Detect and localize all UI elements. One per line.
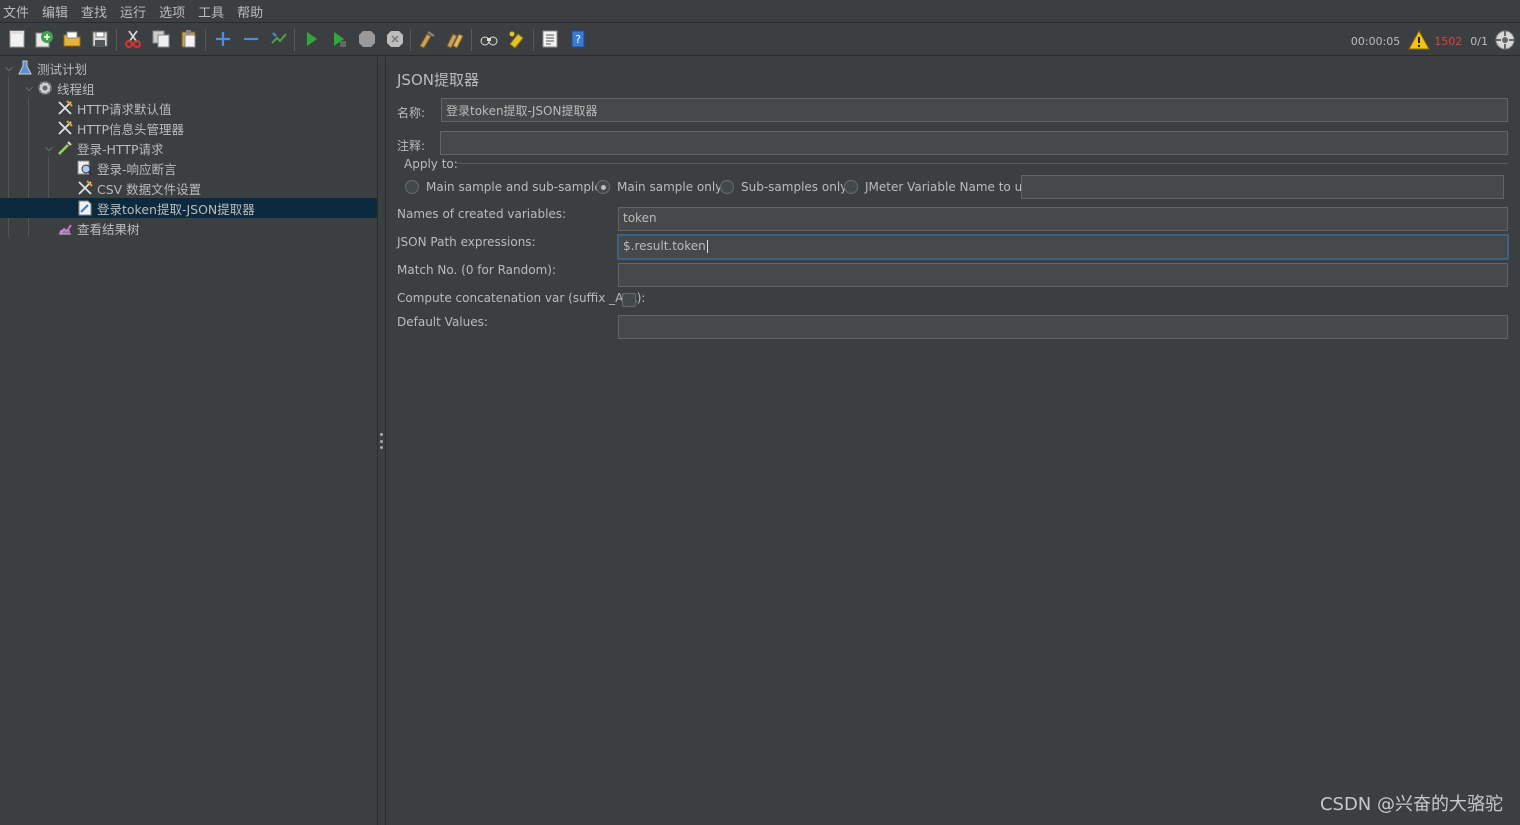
tree-node-csv-data-set[interactable]: CSV 数据文件设置: [76, 178, 201, 198]
json-extractor-panel: JSON提取器 名称: 登录token提取-JSON提取器 注释: Apply …: [387, 57, 1520, 825]
start-no-pause-icon[interactable]: [328, 28, 350, 50]
start-icon[interactable]: [300, 28, 322, 50]
concat-label: Compute concatenation var (suffix _ALL):: [397, 291, 646, 305]
menu-bar: 文件 编辑 查找 运行 选项 工具 帮助: [0, 0, 1520, 22]
comment-label: 注释:: [397, 139, 426, 153]
wrench-icon: [56, 99, 74, 117]
error-count: 1502: [1434, 34, 1463, 48]
magnifier-icon: [76, 159, 94, 177]
save-icon[interactable]: [89, 28, 111, 50]
clear-icon[interactable]: [416, 28, 438, 50]
radio-main-only[interactable]: Main sample only: [596, 180, 722, 194]
concat-checkbox[interactable]: [622, 293, 636, 307]
page-title: JSON提取器: [397, 71, 479, 89]
wrench-icon: [56, 119, 74, 137]
chart-icon: [56, 219, 74, 237]
tree-node-view-results-tree[interactable]: 查看结果树: [56, 218, 140, 238]
tree-node-test-plan[interactable]: ⌵ 测试计划: [2, 58, 87, 78]
pipette-icon: [56, 139, 74, 157]
toolbar: ? 00:00:05 1502 0/1: [0, 22, 1520, 56]
menu-file[interactable]: 文件: [3, 2, 29, 21]
paste-icon[interactable]: [178, 28, 200, 50]
match-no-field[interactable]: [618, 263, 1508, 287]
cut-icon[interactable]: [122, 28, 144, 50]
stop-icon[interactable]: [356, 28, 378, 50]
json-path-label: JSON Path expressions:: [397, 235, 536, 249]
menu-help[interactable]: 帮助: [237, 2, 263, 21]
chevron-down-icon[interactable]: ⌵: [2, 63, 16, 74]
radio-main-and-sub[interactable]: Main sample and sub-samples: [405, 180, 608, 194]
help-icon[interactable]: ?: [567, 28, 589, 50]
clear-all-icon[interactable]: [444, 28, 466, 50]
json-path-field[interactable]: $.result.token: [618, 235, 1508, 259]
name-field[interactable]: 登录token提取-JSON提取器: [441, 98, 1508, 122]
menu-tools[interactable]: 工具: [198, 2, 224, 21]
wrench-icon: [76, 179, 94, 197]
splitter-grip-icon[interactable]: [380, 433, 384, 449]
open-icon[interactable]: [61, 28, 83, 50]
tree-node-http-defaults[interactable]: HTTP请求默认值: [56, 98, 172, 118]
reset-search-icon[interactable]: [506, 28, 528, 50]
search-icon[interactable]: [478, 28, 500, 50]
shutdown-icon[interactable]: [384, 28, 406, 50]
apply-to-label: Apply to:: [404, 157, 458, 171]
collapse-icon[interactable]: [240, 28, 262, 50]
variables-field[interactable]: token: [618, 207, 1508, 231]
status-area: 00:00:05 1502 0/1: [1350, 29, 1520, 54]
radio-jmeter-variable[interactable]: JMeter Variable Name to use: [844, 180, 1036, 194]
warning-icon[interactable]: [1408, 29, 1431, 53]
jmeter-variable-field[interactable]: [1021, 175, 1504, 199]
default-values-label: Default Values:: [397, 315, 488, 329]
tree-node-login-http-request[interactable]: ⌵ 登录-HTTP请求: [42, 138, 164, 158]
menu-run[interactable]: 运行: [120, 2, 146, 21]
tree-node-http-header-manager[interactable]: HTTP信息头管理器: [56, 118, 184, 138]
new-icon[interactable]: [6, 28, 28, 50]
svg-text:?: ?: [575, 33, 581, 46]
tree-node-thread-group[interactable]: ⌵ 线程组: [22, 78, 95, 98]
active-threads: 0/1: [1470, 34, 1488, 48]
default-values-field[interactable]: [618, 315, 1508, 339]
document-icon: [76, 199, 94, 217]
radio-sub-only[interactable]: Sub-samples only: [720, 180, 847, 194]
remote-status-icon: [1494, 29, 1516, 54]
radio-circle-icon[interactable]: [720, 180, 734, 194]
radio-circle-icon[interactable]: [405, 180, 419, 194]
watermark: CSDN @兴奋的大骆驼: [1319, 794, 1503, 815]
chevron-down-icon[interactable]: ⌵: [22, 83, 36, 94]
menu-options[interactable]: 选项: [159, 2, 185, 21]
elapsed-timer: 00:00:05: [1350, 34, 1401, 48]
test-plan-tree: ⌵ 测试计划 ⌵ 线程组 HTTP请求默认值 HTTP信息头管理器 ⌵ 登录-H…: [0, 57, 378, 825]
radio-selected-icon[interactable]: [596, 180, 610, 194]
expand-icon[interactable]: [212, 28, 234, 50]
flask-icon: [16, 59, 34, 77]
copy-icon[interactable]: [150, 28, 172, 50]
menu-edit[interactable]: 编辑: [42, 2, 68, 21]
match-no-label: Match No. (0 for Random):: [397, 263, 557, 277]
tree-node-json-extractor[interactable]: 登录token提取-JSON提取器: [0, 198, 377, 218]
toggle-icon[interactable]: [268, 28, 290, 50]
function-helper-icon[interactable]: [539, 28, 561, 50]
name-label: 名称:: [397, 106, 426, 120]
radio-circle-icon[interactable]: [844, 180, 858, 194]
tree-node-response-assertion[interactable]: 登录-响应断言: [76, 158, 177, 178]
templates-icon[interactable]: [33, 28, 55, 50]
menu-search[interactable]: 查找: [81, 2, 107, 21]
comment-field[interactable]: [440, 131, 1508, 155]
gear-icon: [36, 79, 54, 97]
chevron-down-icon[interactable]: ⌵: [42, 143, 56, 154]
variables-label: Names of created variables:: [397, 207, 567, 221]
